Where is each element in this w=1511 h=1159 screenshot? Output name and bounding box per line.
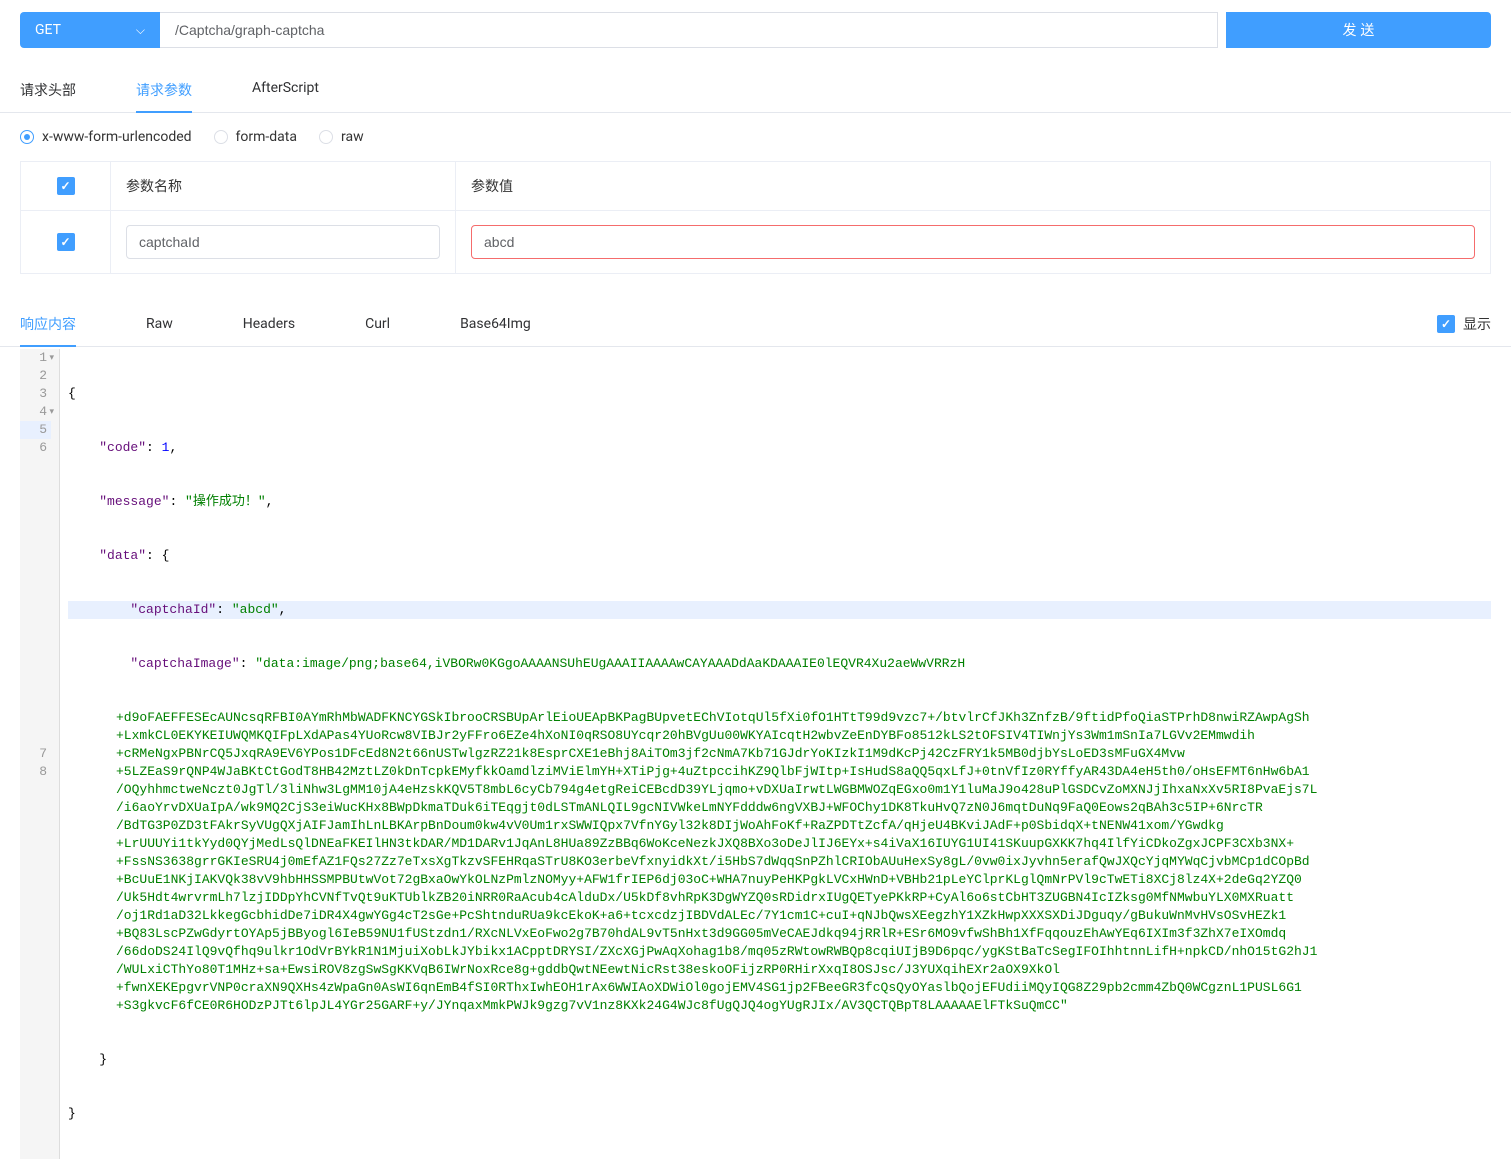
tab-request-headers[interactable]: 请求头部 (20, 68, 76, 112)
radio-formdata[interactable]: form-data (214, 129, 297, 145)
tab-response-headers[interactable]: Headers (243, 304, 295, 344)
row-checkbox[interactable] (57, 233, 75, 251)
tab-response-base64[interactable]: Base64Img (460, 304, 531, 344)
param-name-input[interactable] (126, 225, 440, 259)
radio-icon (319, 130, 333, 144)
radio-urlencoded[interactable]: x-www-form-urlencoded (20, 129, 192, 145)
response-editor[interactable]: 1▾ 2 3 4▾ 5 6 7 8 { "code": 1, "message"… (20, 349, 1491, 1159)
fold-icon[interactable]: ▾ (49, 349, 54, 367)
line-gutter: 1▾ 2 3 4▾ 5 6 7 8 (20, 349, 60, 1159)
header-name-cell: 参数名称 (111, 162, 456, 210)
tab-response-content[interactable]: 响应内容 (20, 302, 76, 346)
show-checkbox (1437, 315, 1455, 333)
params-table: 参数名称 参数值 (20, 161, 1491, 274)
send-button[interactable]: 发 送 (1226, 12, 1491, 48)
radio-icon (214, 130, 228, 144)
tab-response-curl[interactable]: Curl (365, 304, 390, 344)
header-value-cell: 参数值 (456, 162, 1490, 210)
body-type-radios: x-www-form-urlencoded form-data raw (0, 113, 1511, 161)
params-row (21, 211, 1490, 273)
tab-request-params[interactable]: 请求参数 (136, 68, 192, 112)
radio-icon (20, 130, 34, 144)
http-method-select[interactable]: GET ⌵ (20, 12, 160, 48)
request-tabs: 请求头部 请求参数 AfterScript (0, 68, 1511, 113)
tab-response-raw[interactable]: Raw (146, 304, 173, 344)
radio-raw[interactable]: raw (319, 129, 364, 145)
param-value-input[interactable] (471, 225, 1475, 259)
checkbox-all[interactable] (57, 177, 75, 195)
fold-icon[interactable]: ▾ (49, 403, 54, 421)
params-header-row: 参数名称 参数值 (21, 162, 1490, 211)
response-tabs: 响应内容 Raw Headers Curl Base64Img 显示 (0, 302, 1511, 347)
chevron-down-icon: ⌵ (136, 23, 145, 38)
tab-afterscript[interactable]: AfterScript (252, 68, 319, 112)
show-toggle[interactable]: 显示 (1437, 314, 1491, 334)
header-check-cell (21, 162, 111, 210)
url-input[interactable] (160, 12, 1218, 48)
http-method-value: GET (35, 22, 61, 38)
code-content[interactable]: { "code": 1, "message": "操作成功！", "data":… (60, 349, 1491, 1159)
